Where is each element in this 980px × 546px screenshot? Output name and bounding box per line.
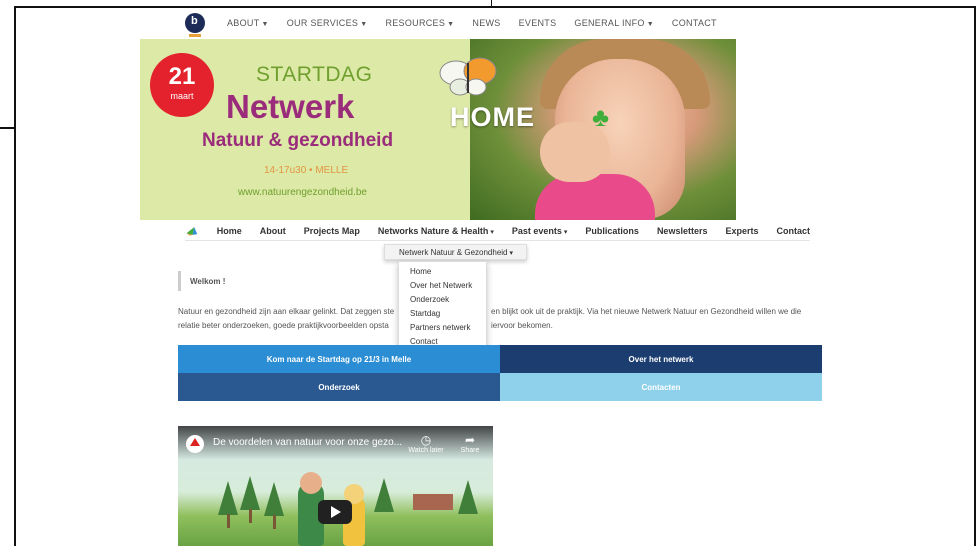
dropdown-item-startdag[interactable]: Startdag — [399, 307, 486, 321]
mainnav-newsletters[interactable]: Newsletters — [657, 226, 708, 236]
frame-tick-top — [491, 0, 492, 8]
video-title[interactable]: De voordelen van natuur voor onze gezo..… — [213, 437, 402, 448]
frame-border-top — [14, 6, 976, 8]
dropdown-item-onderzoek[interactable]: Onderzoek — [399, 293, 486, 307]
frame-border-right — [974, 6, 976, 546]
caret-down-icon: ▼ — [261, 21, 269, 28]
mainnav-contact[interactable]: Contact — [777, 226, 811, 236]
share-button[interactable]: ➦ Share — [456, 433, 484, 454]
hero-startdag: STARTDAG — [256, 63, 373, 86]
frame-border-left — [14, 6, 16, 546]
tree-trunk — [249, 509, 252, 523]
badge-day: 21 — [168, 63, 196, 90]
topnav-news[interactable]: NEWS — [472, 18, 500, 28]
tree-illustration — [374, 478, 394, 512]
top-nav: b ABOUT ▼ OUR SERVICES ▼ RESOURCES ▼ NEWS E… — [185, 10, 735, 37]
house-illustration — [413, 494, 453, 510]
hero-netwerk: Netwerk — [226, 88, 355, 125]
caret-down-icon: ▾ — [563, 228, 568, 236]
mainnav-publications[interactable]: Publications — [585, 226, 639, 236]
video-embed[interactable]: De voordelen van natuur voor onze gezo..… — [178, 426, 493, 546]
mainnav-about[interactable]: About — [260, 226, 286, 236]
network-logo-icon[interactable] — [185, 224, 199, 238]
tree-illustration — [240, 476, 260, 510]
dropdown-item-home[interactable]: Home — [399, 265, 486, 279]
tile-contacten[interactable]: Contacten — [500, 373, 822, 401]
tile-onderzoek[interactable]: Onderzoek — [178, 373, 500, 401]
watch-later-button[interactable]: ◷ Watch later — [406, 433, 446, 454]
hero-subtitle: Natuur & gezondheid — [202, 130, 394, 151]
welcome-heading: Welkom ! — [178, 271, 398, 291]
tree-illustration — [264, 482, 284, 516]
topnav-events[interactable]: EVENTS — [519, 18, 557, 28]
intro-text-line1b: en blijkt ook uit de praktijk. Via het n… — [491, 307, 802, 316]
site-logo[interactable]: b — [185, 13, 205, 37]
tree-illustration — [218, 481, 238, 515]
frame-tick-left — [0, 127, 16, 129]
tree-illustration — [458, 480, 478, 514]
caret-down-icon: ▾ — [490, 228, 494, 236]
channel-avatar-icon[interactable] — [186, 435, 204, 453]
badge-month: maart — [170, 91, 194, 101]
topnav-general-info[interactable]: GENERAL INFO ▼ — [574, 18, 654, 28]
intro-text-line2a: relatie beter onderzoeken, goede praktij… — [178, 321, 389, 330]
clock-icon: ◷ — [420, 433, 432, 447]
caret-down-icon: ▾ — [509, 250, 514, 257]
butterfly-icon — [439, 57, 497, 96]
play-button-icon[interactable] — [318, 500, 352, 524]
main-nav: Home About Projects Map Networks Nature … — [185, 221, 810, 241]
dropdown-header-netwerk[interactable]: Netwerk Natuur & Gezondheid ▾ — [384, 244, 527, 260]
person-head-illustration — [300, 472, 322, 494]
mainnav-experts[interactable]: Experts — [725, 226, 758, 236]
share-arrow-icon: ➦ — [464, 433, 476, 447]
hero-home-overlay: HOME — [450, 102, 535, 132]
mainnav-projects-map[interactable]: Projects Map — [304, 226, 360, 236]
dropdown-item-over-het-netwerk[interactable]: Over het Netwerk — [399, 279, 486, 293]
hero-time-place: 14-17u30 • MELLE — [264, 165, 349, 176]
caret-down-icon: ▼ — [360, 21, 368, 28]
tree-trunk — [273, 515, 276, 529]
date-badge: 21 maart — [150, 53, 214, 117]
caret-down-icon: ▼ — [646, 21, 654, 28]
tree-trunk — [227, 514, 230, 528]
topnav-resources[interactable]: RESOURCES ▼ — [385, 18, 454, 28]
intro-text-line1a: Natuur en gezondheid zijn aan elkaar gel… — [178, 307, 395, 316]
mainnav-networks-nature-health[interactable]: Networks Nature & Health ▾ — [378, 226, 494, 236]
topnav-contact[interactable]: CONTACT — [672, 18, 717, 28]
intro-text-line2b: iervoor bekomen. — [491, 321, 553, 330]
hero-banner: ♣ 21 maart STARTDAG Netwerk Natuur & gez… — [140, 39, 736, 220]
clover-icon: ♣ — [592, 102, 610, 132]
hero-photo-shirt — [535, 174, 655, 220]
hero-url: www.natuurengezondheid.be — [238, 187, 367, 198]
mainnav-home[interactable]: Home — [217, 226, 242, 236]
dropdown-item-partners-netwerk[interactable]: Partners netwerk — [399, 321, 486, 335]
caret-down-icon: ▼ — [447, 21, 455, 28]
tile-over-het-netwerk[interactable]: Over het netwerk — [500, 345, 822, 373]
topnav-our-services[interactable]: OUR SERVICES ▼ — [287, 18, 368, 28]
topnav-about[interactable]: ABOUT ▼ — [227, 18, 269, 28]
tile-startdag[interactable]: Kom naar de Startdag op 21/3 in Melle — [178, 345, 500, 373]
mainnav-past-events[interactable]: Past events ▾ — [512, 226, 568, 236]
dropdown-menu: Home Over het Netwerk Onderzoek Startdag… — [398, 261, 487, 349]
